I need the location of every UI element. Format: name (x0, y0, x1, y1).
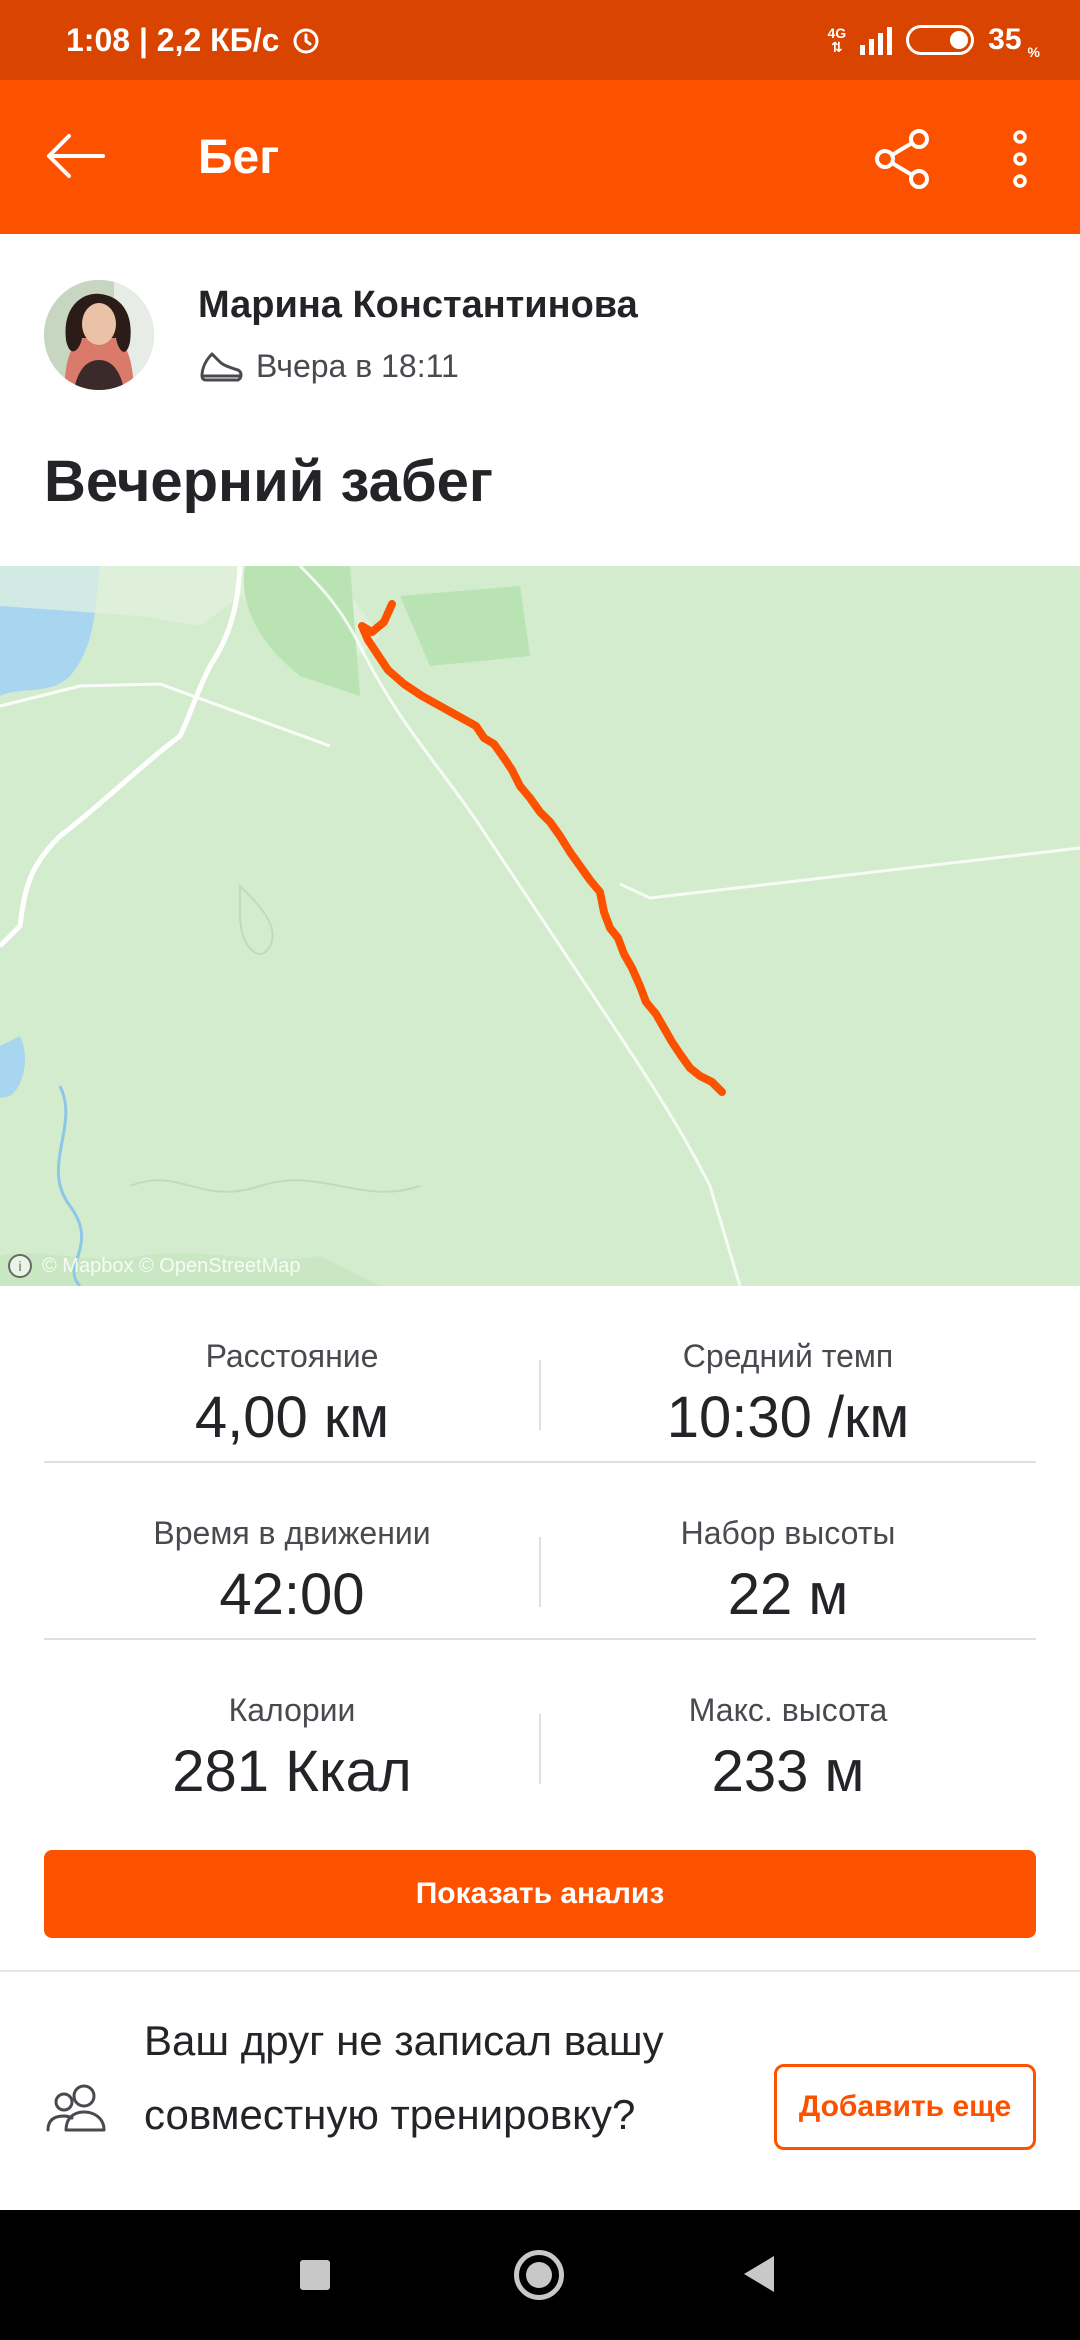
info-icon[interactable]: i (8, 1254, 32, 1278)
status-bar: 1:08 | 2,2 КБ/с 4G ⇅ 35 % (0, 0, 1080, 80)
map-canvas (0, 566, 1080, 1286)
share-icon (875, 129, 929, 189)
stat-label: Калории (228, 1692, 356, 1728)
stat-label: Средний темп (682, 1338, 894, 1374)
stats-row: Калории 281 Ккал Макс. высота 233 м (44, 1640, 1036, 1817)
activity-time: Вчера в 18:11 (256, 348, 459, 384)
network-arrows-icon: ⇅ (830, 39, 843, 55)
stat-calories: Калории 281 Ккал (44, 1640, 540, 1817)
share-button[interactable] (860, 116, 946, 202)
back-arrow-icon (47, 134, 105, 178)
stat-value: 233 м (711, 1739, 865, 1804)
stat-distance: Расстояние 4,00 км (44, 1286, 540, 1463)
status-right: 4G ⇅ 35 % (827, 0, 1040, 80)
stat-label: Время в движении (153, 1515, 431, 1551)
friends-prompt: Ваш друг не записал вашу совместную трен… (144, 2017, 664, 2138)
stat-value: 4,00 км (194, 1385, 390, 1450)
running-shoe-icon (200, 352, 243, 381)
recents-icon[interactable] (300, 2260, 330, 2290)
battery-icon (906, 25, 975, 55)
network-type: 4G (827, 25, 847, 41)
battery-unit: % (1027, 44, 1040, 60)
nav-back-icon[interactable] (744, 2256, 774, 2292)
stats-row: Расстояние 4,00 км Средний темп 10:30 /к… (44, 1286, 1036, 1463)
stat-moving-time: Время в движении 42:00 (44, 1463, 540, 1640)
home-icon[interactable] (514, 2250, 564, 2300)
activity-title: Вечерний забег (44, 449, 494, 514)
stats-grid: Расстояние 4,00 км Средний темп 10:30 /к… (44, 1286, 1036, 1817)
stat-value: 22 м (727, 1562, 849, 1627)
friends-icon (46, 2084, 106, 2132)
stat-value: 281 Ккал (172, 1739, 412, 1804)
avatar[interactable] (44, 280, 154, 390)
map-attribution: i © Mapbox © OpenStreetMap (8, 1254, 301, 1278)
stat-value: 10:30 /км (666, 1385, 910, 1450)
athlete-name[interactable]: Марина Константинова (198, 284, 638, 327)
more-options-button[interactable] (990, 116, 1050, 202)
stat-pace: Средний темп 10:30 /км (540, 1286, 1036, 1463)
network-indicator: 4G ⇅ (827, 26, 846, 54)
page-title: Бег (198, 130, 280, 184)
battery-level: 35 (988, 23, 1022, 56)
toolbar: Бег (0, 80, 1080, 234)
stat-max-elevation: Макс. высота 233 м (540, 1640, 1036, 1817)
activity-meta: Вчера в 18:11 (198, 348, 459, 385)
signal-icon (860, 25, 893, 55)
alarm-icon (291, 25, 321, 55)
back-button[interactable] (30, 116, 120, 196)
status-left: 1:08 | 2,2 КБ/с (66, 0, 321, 80)
stat-label: Макс. высота (688, 1692, 888, 1728)
stats-row: Время в движении 42:00 Набор высоты 22 м (44, 1463, 1036, 1640)
more-vertical-icon (1013, 130, 1027, 188)
stat-label: Набор высоты (680, 1515, 896, 1551)
section-divider (0, 1970, 1080, 1972)
attribution-text: © Mapbox © OpenStreetMap (42, 1254, 301, 1277)
stat-label: Расстояние (205, 1338, 379, 1374)
show-analysis-button[interactable]: Показать анализ (44, 1850, 1036, 1938)
status-time-speed: 1:08 | 2,2 КБ/с (66, 21, 280, 58)
add-more-button[interactable]: Добавить еще (774, 2064, 1036, 2150)
route-map[interactable]: i © Mapbox © OpenStreetMap (0, 566, 1080, 1286)
stat-value: 42:00 (219, 1562, 365, 1627)
stat-elevation-gain: Набор высоты 22 м (540, 1463, 1036, 1640)
